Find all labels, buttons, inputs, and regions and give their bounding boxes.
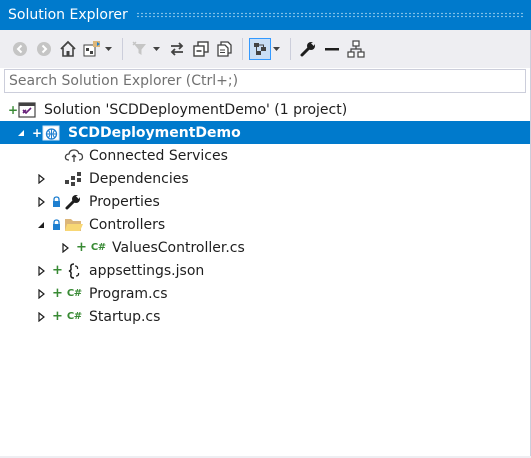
connected-services-label: Connected Services	[89, 147, 228, 164]
search-input[interactable]	[9, 73, 525, 89]
chevron-down-icon	[105, 47, 112, 51]
tree-item-connected-services[interactable]: Connected Services	[0, 144, 531, 167]
back-icon	[13, 42, 27, 56]
search-box[interactable]	[4, 69, 526, 93]
forward-button[interactable]	[33, 38, 55, 60]
collapsed-arrow-icon[interactable]	[36, 288, 46, 299]
chevron-down-icon	[273, 47, 280, 51]
project-label: SCDDeploymentDemo	[68, 124, 241, 141]
pending-changes-filter-icon	[132, 41, 146, 55]
globe-icon	[42, 125, 60, 140]
added-icon: +	[8, 102, 19, 117]
collapse-all-icon	[193, 41, 209, 57]
startup-label: Startup.cs	[89, 308, 161, 325]
properties-wrench-icon	[300, 42, 315, 57]
added-icon: +	[76, 240, 87, 255]
tree-item-project[interactable]: + SCDDeploymentDemo	[0, 121, 531, 144]
solution-tree: + Solution 'SCDDeploymentDemo' (1 projec…	[0, 98, 531, 328]
added-icon: +	[52, 309, 63, 324]
switch-views-icon	[83, 41, 100, 57]
collapse-all-button[interactable]	[190, 38, 212, 60]
web-project-icon: +	[32, 124, 60, 142]
tree-item-controllers[interactable]: Controllers	[0, 213, 531, 236]
solution-label: Solution 'SCDDeploymentDemo' (1 project)	[44, 101, 348, 118]
program-label: Program.cs	[89, 285, 168, 302]
solution-icon: +	[8, 101, 36, 119]
controllers-label: Controllers	[89, 216, 166, 233]
home-button[interactable]	[57, 38, 79, 60]
folder-open-icon	[64, 216, 84, 234]
toolbar	[0, 30, 531, 68]
connected-services-icon	[64, 147, 84, 165]
csharp-icon: C#	[66, 311, 82, 322]
csharp-file-icon: + C#	[52, 308, 82, 326]
minus-button[interactable]	[321, 38, 343, 60]
tree-item-dependencies[interactable]: Dependencies	[0, 167, 531, 190]
switch-views-button[interactable]	[81, 38, 103, 60]
tree-item-properties[interactable]: Properties	[0, 190, 531, 213]
wrench-icon	[64, 193, 82, 211]
switch-views-dropdown[interactable]	[104, 38, 113, 60]
csharp-file-icon: + C#	[76, 239, 106, 257]
lock-icon	[52, 216, 61, 234]
toolbar-separator	[290, 38, 291, 60]
toolbar-separator	[242, 38, 243, 60]
collapsed-arrow-icon[interactable]	[60, 242, 70, 253]
pending-changes-filter-button[interactable]	[129, 38, 151, 60]
window-title: Solution Explorer	[8, 7, 128, 23]
sync-with-active-document-icon	[170, 42, 184, 56]
lock-icon	[52, 193, 61, 211]
added-icon: +	[52, 286, 63, 301]
tree-item-appsettings[interactable]: + appsettings.json	[0, 259, 531, 282]
preview-selected-items-button[interactable]	[249, 38, 271, 60]
properties-label: Properties	[89, 193, 160, 210]
forward-icon	[37, 42, 51, 56]
preview-selected-items-icon	[254, 43, 266, 55]
view-class-diagram-button[interactable]	[345, 38, 367, 60]
json-icon	[68, 262, 80, 279]
collapsed-arrow-icon[interactable]	[36, 196, 46, 207]
preview-dropdown[interactable]	[272, 38, 281, 60]
visual-studio-solution-icon	[18, 101, 36, 118]
appsettings-label: appsettings.json	[89, 262, 205, 279]
tree-item-values-controller[interactable]: + C# ValuesController.cs	[0, 236, 531, 259]
collapsed-arrow-icon[interactable]	[36, 173, 46, 184]
show-all-files-button[interactable]	[214, 38, 236, 60]
pending-changes-dropdown[interactable]	[152, 38, 161, 60]
json-file-icon: +	[52, 262, 81, 280]
collapsed-arrow-icon[interactable]	[36, 265, 46, 276]
home-icon	[60, 40, 76, 57]
csharp-file-icon: + C#	[52, 285, 82, 303]
toolbar-separator	[122, 38, 123, 60]
tree-item-program[interactable]: + C# Program.cs	[0, 282, 531, 305]
view-class-diagram-icon	[347, 40, 365, 58]
tree-item-solution[interactable]: + Solution 'SCDDeploymentDemo' (1 projec…	[0, 98, 531, 121]
sync-with-active-document-button[interactable]	[166, 38, 188, 60]
csharp-icon: C#	[66, 288, 82, 299]
show-all-files-icon	[217, 41, 232, 57]
tree-item-startup[interactable]: + C# Startup.cs	[0, 305, 531, 328]
csharp-icon: C#	[90, 242, 106, 253]
chevron-down-icon	[153, 47, 160, 51]
dependencies-label: Dependencies	[89, 170, 189, 187]
minus-icon	[325, 48, 339, 51]
dependencies-icon	[64, 170, 82, 188]
back-button[interactable]	[9, 38, 31, 60]
added-icon: +	[52, 263, 63, 278]
title-bar[interactable]: Solution Explorer	[0, 0, 531, 30]
collapsed-arrow-icon[interactable]	[36, 311, 46, 322]
title-grip[interactable]	[135, 12, 525, 18]
properties-button[interactable]	[297, 38, 319, 60]
expanded-arrow-icon[interactable]	[36, 220, 46, 230]
expanded-arrow-icon[interactable]	[16, 128, 26, 138]
added-icon: +	[32, 125, 43, 140]
values-controller-label: ValuesController.cs	[112, 239, 245, 256]
